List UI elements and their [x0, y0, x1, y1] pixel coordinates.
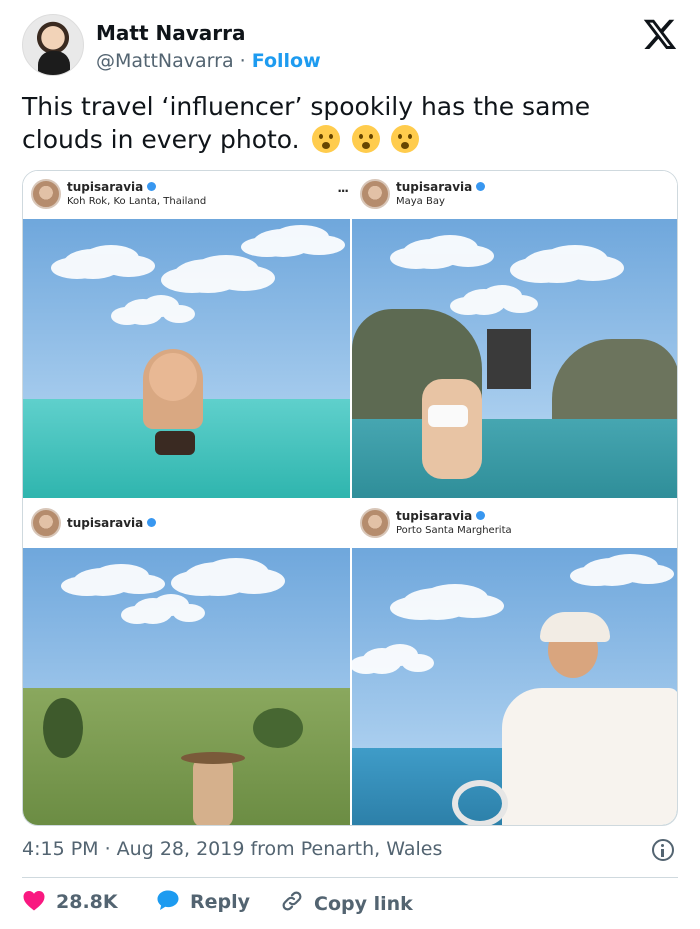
- post-header: tupisaravia Koh Rok, Ko Lanta, Thailand …: [23, 171, 350, 219]
- instagram-post-1[interactable]: tupisaravia Koh Rok, Ko Lanta, Thailand …: [23, 171, 350, 498]
- verified-badge-icon: [147, 182, 157, 191]
- post-header: tupisaravia Maya Bay: [352, 171, 677, 219]
- x-logo-icon[interactable]: [642, 16, 678, 52]
- handle-separator: ·: [239, 50, 246, 72]
- copy-link-button[interactable]: Copy link: [280, 889, 413, 915]
- author-name[interactable]: Matt Navarra: [96, 21, 245, 45]
- post-username: tupisaravia: [67, 180, 157, 194]
- divider: [22, 877, 678, 878]
- verified-badge-icon: [476, 182, 486, 191]
- post-photo: [23, 548, 350, 825]
- post-location: Maya Bay: [396, 196, 445, 207]
- link-icon: [282, 891, 302, 911]
- tweet-text-body: This travel ‘influencer’ spookily has th…: [22, 92, 591, 154]
- tweet-header: Matt Navarra @MattNavarra · Follow: [22, 14, 682, 80]
- post-header: tupisaravia: [23, 500, 350, 548]
- verified-badge-icon: [147, 518, 157, 527]
- verified-badge-icon: [476, 511, 486, 520]
- tweet-timestamp[interactable]: 4:15 PM · Aug 28, 2019 from Penarth, Wal…: [22, 838, 442, 860]
- author-handle[interactable]: @MattNavarra: [96, 50, 234, 72]
- post-username: tupisaravia: [396, 509, 486, 523]
- tweet-media[interactable]: tupisaravia Koh Rok, Ko Lanta, Thailand …: [22, 170, 678, 826]
- reply-label: Reply: [190, 891, 251, 913]
- astonished-face-icon: [311, 125, 340, 153]
- like-count: 28.8K: [56, 891, 118, 913]
- reply-bubble-icon: [157, 890, 179, 910]
- copy-link-label: Copy link: [314, 893, 413, 915]
- author-avatar[interactable]: [22, 14, 84, 76]
- post-menu-icon: ...: [337, 181, 349, 195]
- post-avatar: [360, 508, 390, 538]
- info-icon[interactable]: [652, 839, 674, 861]
- post-photo: [352, 219, 677, 498]
- author-handle-row: @MattNavarra · Follow: [96, 50, 321, 72]
- post-header: tupisaravia Porto Santa Margherita: [352, 500, 677, 548]
- heart-icon: [23, 891, 45, 911]
- tweet-text: This travel ‘influencer’ spookily has th…: [22, 90, 662, 156]
- like-button[interactable]: 28.8K: [22, 889, 118, 913]
- reply-button[interactable]: Reply: [156, 889, 250, 913]
- follow-button[interactable]: Follow: [252, 50, 321, 72]
- instagram-post-4[interactable]: tupisaravia Porto Santa Margherita: [352, 500, 677, 825]
- post-photo: [352, 548, 677, 825]
- post-avatar: [31, 179, 61, 209]
- post-avatar: [31, 508, 61, 538]
- instagram-post-3[interactable]: tupisaravia: [23, 500, 350, 825]
- post-username: tupisaravia: [67, 516, 157, 530]
- post-location: Koh Rok, Ko Lanta, Thailand: [67, 196, 207, 207]
- grinning-squinting-face-icon: [391, 125, 420, 153]
- instagram-post-2[interactable]: tupisaravia Maya Bay: [352, 171, 677, 498]
- tweet-actions: 28.8K Reply Copy link: [22, 889, 678, 915]
- post-avatar: [360, 179, 390, 209]
- post-username: tupisaravia: [396, 180, 486, 194]
- thinking-face-icon: [351, 125, 380, 153]
- post-photo: [23, 219, 350, 498]
- post-location: Porto Santa Margherita: [396, 525, 512, 536]
